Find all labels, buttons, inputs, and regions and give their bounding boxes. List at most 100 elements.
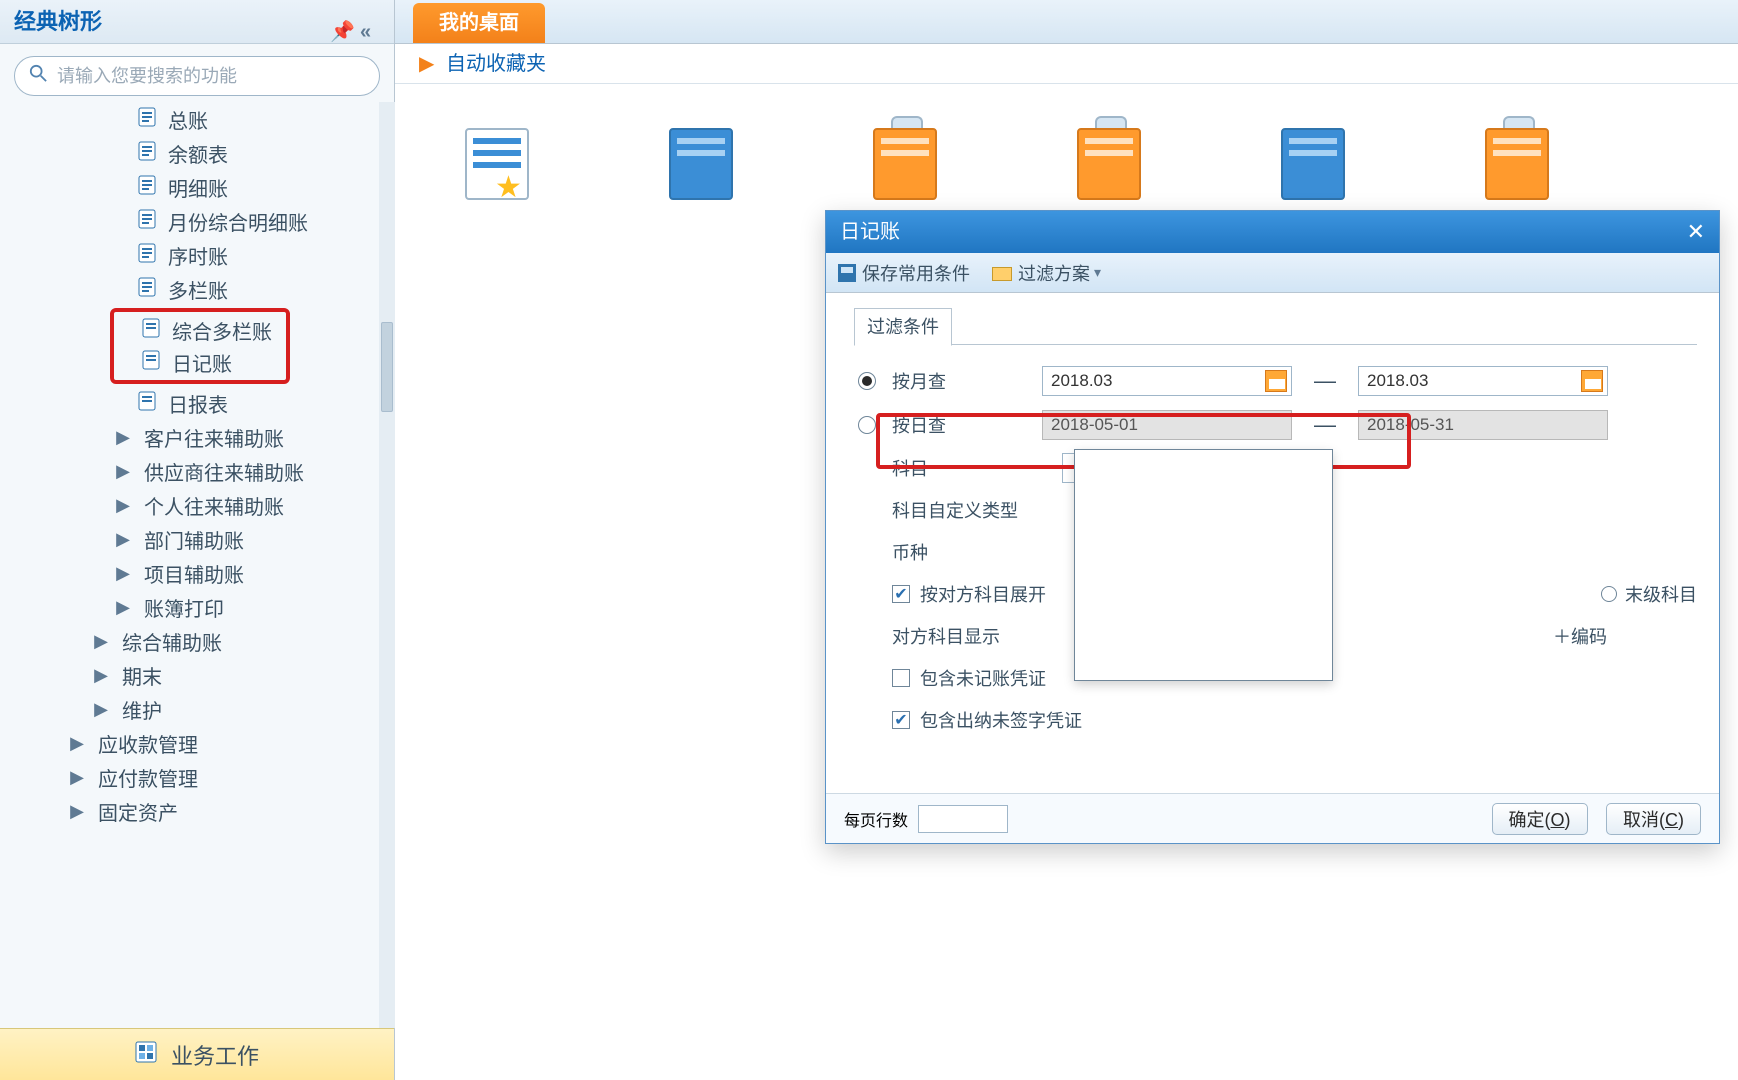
tree-label: 部门辅助账 — [144, 525, 244, 554]
caret-right-icon: ▶ — [66, 801, 88, 822]
ok-button[interactable]: 确定(O) — [1492, 803, 1588, 835]
tree-label: 应付款管理 — [98, 763, 198, 792]
tree-label: 综合辅助账 — [122, 627, 222, 656]
document-icon — [136, 391, 158, 415]
desktop-icon-clipboard[interactable] — [1067, 122, 1151, 206]
tree-label: 明细账 — [168, 173, 228, 202]
tree-item[interactable]: ▶固定资产 — [0, 794, 378, 828]
tree-item[interactable]: ▶账簿打印 — [0, 590, 378, 624]
search-input[interactable] — [55, 65, 365, 88]
worksheet-icon — [135, 1041, 157, 1069]
document-icon — [136, 243, 158, 267]
tree-item[interactable]: ▶维护 — [0, 692, 378, 726]
dialog-titlebar[interactable]: 日记账 ✕ — [826, 211, 1719, 253]
label-by-month: 按月查 — [892, 368, 1042, 394]
tab-desktop[interactable]: 我的桌面 — [413, 3, 545, 43]
tree-item[interactable]: ▶ 综合辅助账 — [0, 624, 378, 658]
desktop-icons — [395, 84, 1738, 206]
calendar-icon[interactable] — [1581, 370, 1603, 392]
search-icon — [29, 64, 47, 88]
desktop-icon-book[interactable] — [659, 122, 743, 206]
tree-item[interactable]: 序时账 — [0, 238, 378, 272]
cancel-button[interactable]: 取消(C) — [1606, 803, 1701, 835]
label-counter-display: 对方科目显示 — [892, 623, 1062, 649]
tree-item[interactable]: 日报表 — [0, 386, 378, 420]
filter-tab-label: 过滤条件 — [867, 317, 939, 337]
tree-item[interactable]: ▶部门辅助账 — [0, 522, 378, 556]
document-icon — [136, 107, 158, 131]
caret-right-icon: ▶ — [112, 597, 134, 618]
tree-item[interactable]: ▶期末 — [0, 658, 378, 692]
document-icon — [136, 209, 158, 233]
tree-label: 个人往来辅助账 — [144, 491, 284, 520]
day-from-input[interactable]: 2018-05-01 — [1042, 410, 1292, 440]
ok-label: 确定 — [1509, 810, 1545, 830]
tree-item[interactable]: 综合多栏账 — [140, 314, 286, 346]
tree-item[interactable]: ▶供应商往来辅助账 — [0, 454, 378, 488]
tree-item[interactable]: ▶项目辅助账 — [0, 556, 378, 590]
row-by-month: 按月查 2018.03 — 2018.03 — [854, 359, 1697, 403]
document-icon — [140, 318, 162, 342]
day-to-input[interactable]: 2018-05-31 — [1358, 410, 1608, 440]
search-box[interactable] — [14, 56, 380, 96]
tree-item[interactable]: 月份综合明细账 — [0, 204, 378, 238]
tree-item[interactable]: 余额表 — [0, 136, 378, 170]
main-tabbar: 我的桌面 — [395, 0, 1738, 44]
tree-label: 项目辅助账 — [144, 559, 244, 588]
radio-by-month[interactable] — [858, 372, 876, 390]
ok-key: O — [1551, 810, 1565, 830]
pin-icon[interactable]: 📌 — [330, 10, 350, 30]
save-label: 保存常用条件 — [862, 260, 970, 286]
sidebar-scrollbar[interactable] — [379, 102, 395, 1028]
tree-item[interactable]: ▶客户往来辅助账 — [0, 420, 378, 454]
tree-item[interactable]: 多栏账 — [0, 272, 378, 306]
filter-scheme-button[interactable]: 过滤方案 ▾ — [992, 260, 1101, 286]
save-conditions-button[interactable]: 保存常用条件 — [838, 260, 970, 286]
bottom-tab-business[interactable]: 业务工作 — [0, 1028, 394, 1080]
close-icon[interactable]: ✕ — [1687, 211, 1705, 253]
desktop-icon-clipboard[interactable] — [863, 122, 947, 206]
tree-label: 日记账 — [172, 348, 232, 377]
footer-left: 每页行数 — [844, 805, 1008, 833]
journal-dialog: 日记账 ✕ 保存常用条件 过滤方案 ▾ 过滤条件 按月查 — [825, 210, 1720, 844]
favorites-bar[interactable]: ▶ 自动收藏夹 — [395, 44, 1738, 84]
tree-item[interactable]: ▶应付款管理 — [0, 760, 378, 794]
label-by-day: 按日查 — [892, 412, 1042, 438]
radio-by-day[interactable] — [858, 416, 876, 434]
collapse-icon[interactable]: « — [360, 10, 380, 30]
caret-right-icon: ▶ — [90, 631, 112, 652]
desktop-icon-clipboard[interactable] — [1475, 122, 1559, 206]
tree-label: 供应商往来辅助账 — [144, 457, 304, 486]
tree-label: 应收款管理 — [98, 729, 198, 758]
filter-tab[interactable]: 过滤条件 — [854, 308, 952, 346]
radio-leaf-subject[interactable] — [1601, 586, 1617, 602]
tree-label: 日报表 — [168, 389, 228, 418]
scrollbar-thumb[interactable] — [381, 322, 393, 412]
calendar-icon[interactable] — [1265, 370, 1287, 392]
subject-dropdown-panel[interactable] — [1074, 449, 1333, 681]
checkbox-include-unsigned[interactable] — [892, 711, 910, 729]
tree-label: 序时账 — [168, 241, 228, 270]
tree-item[interactable]: 总账 — [0, 102, 378, 136]
caret-right-icon: ▶ — [90, 665, 112, 686]
sidebar-title: 经典树形 — [14, 9, 102, 34]
tree-item[interactable]: ▶应收款管理 — [0, 726, 378, 760]
checkbox-include-unposted[interactable] — [892, 669, 910, 687]
month-from-value: 2018.03 — [1051, 371, 1112, 391]
tree-item-journal[interactable]: 日记账 — [140, 346, 286, 378]
desktop-icon-book[interactable] — [1271, 122, 1355, 206]
tree-item[interactable]: 明细账 — [0, 170, 378, 204]
main-area: 我的桌面 ▶ 自动收藏夹 购单 日记账 ✕ 保存常用条件 过滤方案 ▾ — [395, 0, 1738, 1080]
tree-label: 月份综合明细账 — [168, 207, 308, 236]
rows-per-page-label: 每页行数 — [844, 807, 908, 831]
month-to-input[interactable]: 2018.03 — [1358, 366, 1608, 396]
month-from-input[interactable]: 2018.03 — [1042, 366, 1292, 396]
caret-right-icon: ▶ — [90, 699, 112, 720]
desktop-icon-fav-doc[interactable] — [455, 122, 539, 206]
tree-item[interactable]: ▶个人往来辅助账 — [0, 488, 378, 522]
checkbox-expand-counter[interactable] — [892, 585, 910, 603]
rows-per-page-input[interactable] — [918, 805, 1008, 833]
cancel-key: C — [1665, 810, 1678, 830]
row-include-unsigned: 包含出纳未签字凭证 — [892, 699, 1697, 741]
dash: — — [1314, 368, 1336, 394]
